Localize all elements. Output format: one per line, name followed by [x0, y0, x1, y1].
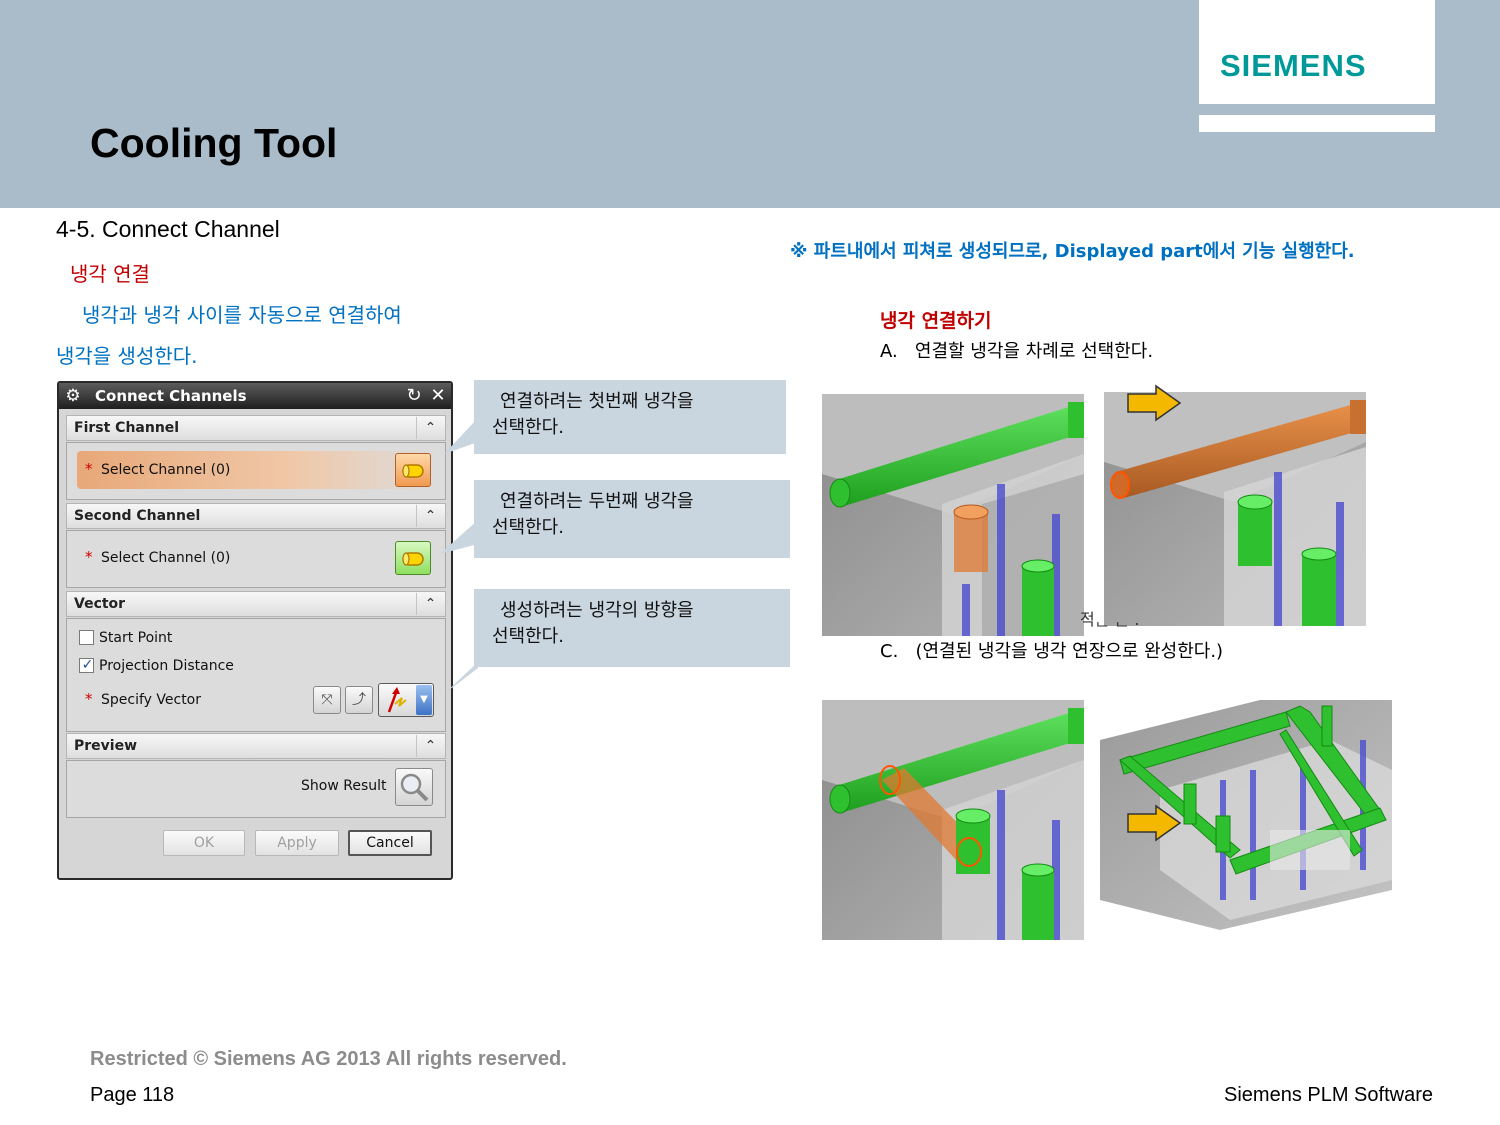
- second-select-channel-row[interactable]: * Select Channel (0): [77, 539, 437, 577]
- vector-header[interactable]: Vector ⌃: [66, 591, 446, 617]
- first-channel-header[interactable]: First Channel ⌃: [66, 415, 446, 441]
- second-channel-header[interactable]: Second Channel ⌃: [66, 503, 446, 529]
- page-title: Cooling Tool: [90, 120, 338, 166]
- specify-vector-label: Specify Vector: [101, 692, 202, 708]
- first-channel-select-button[interactable]: [395, 453, 431, 487]
- first-channel-body: * Select Channel (0): [66, 442, 446, 500]
- step-a-label: A.: [880, 341, 898, 362]
- footer-copyright: Restricted © Siemens AG 2013 All rights …: [90, 1048, 567, 1070]
- step-a-text: 연결할 냉각을 차례로 선택한다.: [914, 341, 1154, 362]
- section-title: 4-5. Connect Channel: [56, 216, 280, 242]
- projection-distance-label: Projection Distance: [99, 658, 234, 674]
- first-channel-label: First Channel: [74, 420, 180, 436]
- start-point-checkbox[interactable]: [79, 630, 94, 645]
- callout-vector-line-1: 생성하려는 냉각의 방향을: [500, 600, 694, 621]
- callout-vector-line-2: 선택한다.: [492, 626, 564, 647]
- second-channel-label: Second Channel: [74, 508, 201, 524]
- clipped-step-text: 적ᆫ ᆫ .: [1080, 610, 1140, 629]
- show-result-button[interactable]: [395, 768, 433, 806]
- cylinder-icon: [402, 464, 424, 478]
- cad-view-1: [822, 394, 1084, 636]
- preview-body: Show Result: [66, 760, 446, 818]
- cad-view-2: [1104, 392, 1366, 626]
- vector-type-button[interactable]: ▼: [378, 683, 434, 717]
- note-text: ※ 파트내에서 피쳐로 생성되므로, Displayed part에서 기능 실…: [790, 241, 1355, 262]
- description-line-1: 냉각과 냉각 사이를 자동으로 연결하여: [82, 303, 402, 327]
- logo-strip: [1199, 115, 1435, 132]
- step-a: A. 연결할 냉각을 차례로 선택한다.: [880, 337, 1153, 363]
- cancel-button[interactable]: Cancel: [348, 830, 432, 856]
- step-c-label: C.: [880, 641, 899, 662]
- arrow-right-icon: [1127, 804, 1182, 842]
- projection-distance-checkbox[interactable]: ✓: [79, 657, 94, 673]
- vector-body: Start Point ✓ Projection Distance * Spec…: [66, 618, 446, 732]
- callout-first-line-1: 연결하려는 첫번째 냉각을: [500, 391, 694, 412]
- callout-second-line-1: 연결하려는 두번째 냉각을: [500, 491, 694, 512]
- required-star-icon: *: [85, 460, 93, 478]
- footer-page-number: Page 118: [90, 1084, 175, 1106]
- step-c: C. (연결된 냉각을 냉각 연장으로 완성한다.): [880, 637, 1223, 663]
- callout-first-line-2: 선택한다.: [492, 417, 564, 438]
- reset-icon[interactable]: ↻: [403, 385, 425, 407]
- second-channel-select-button[interactable]: [395, 541, 431, 575]
- description-line-2: 냉각을 생성한다.: [56, 344, 198, 368]
- second-select-channel-label: Select Channel (0): [101, 550, 231, 566]
- vector-label: Vector: [74, 596, 126, 612]
- magnifier-icon: [400, 773, 429, 802]
- siemens-logo: SIEMENS: [1220, 48, 1367, 83]
- ok-button[interactable]: OK: [163, 830, 245, 856]
- dialog-titlebar[interactable]: ⚙ Connect Channels ↻ ✕: [59, 383, 451, 409]
- callout-second-channel: 연결하려는 두번째 냉각을 선택한다.: [474, 480, 790, 558]
- vector-dialog-icon[interactable]: ⤴: [345, 686, 373, 714]
- footer-brand: Siemens PLM Software: [1224, 1084, 1433, 1106]
- required-star-icon: *: [85, 690, 93, 708]
- cylinder-icon: [402, 552, 424, 566]
- connect-channels-dialog: ⚙ Connect Channels ↻ ✕ First Channel ⌃ *…: [57, 381, 453, 880]
- gear-icon[interactable]: ⚙: [63, 386, 83, 406]
- preview-label: Preview: [74, 738, 138, 754]
- second-channel-body: * Select Channel (0): [66, 530, 446, 588]
- apply-button[interactable]: Apply: [255, 830, 339, 856]
- inferred-vector-icon: [387, 687, 407, 713]
- callout-second-line-2: 선택한다.: [492, 517, 564, 538]
- right-heading: 냉각 연결하기: [880, 310, 992, 332]
- first-select-channel-label: Select Channel (0): [101, 462, 231, 478]
- start-point-label: Start Point: [99, 630, 173, 646]
- arrow-right-icon: [1127, 384, 1182, 422]
- first-select-channel-row[interactable]: * Select Channel (0): [77, 451, 437, 489]
- subtitle: 냉각 연결: [70, 262, 150, 286]
- cad-view-3: [822, 700, 1084, 940]
- projection-distance-check: ✓: [81, 657, 94, 673]
- required-star-icon: *: [85, 548, 93, 566]
- start-point-check: [80, 628, 95, 643]
- dialog-title: Connect Channels: [95, 387, 247, 405]
- step-c-text: (연결된 냉각을 냉각 연장으로 완성한다.): [915, 641, 1224, 662]
- vector-reverse-icon[interactable]: ⤧: [313, 686, 341, 714]
- preview-header[interactable]: Preview ⌃: [66, 733, 446, 759]
- chevron-up-icon[interactable]: ⌃: [416, 735, 444, 757]
- callout-vector: 생성하려는 냉각의 방향을 선택한다.: [474, 589, 790, 667]
- callout-first-channel: 연결하려는 첫번째 냉각을 선택한다.: [474, 380, 786, 454]
- show-result-label: Show Result: [301, 778, 387, 794]
